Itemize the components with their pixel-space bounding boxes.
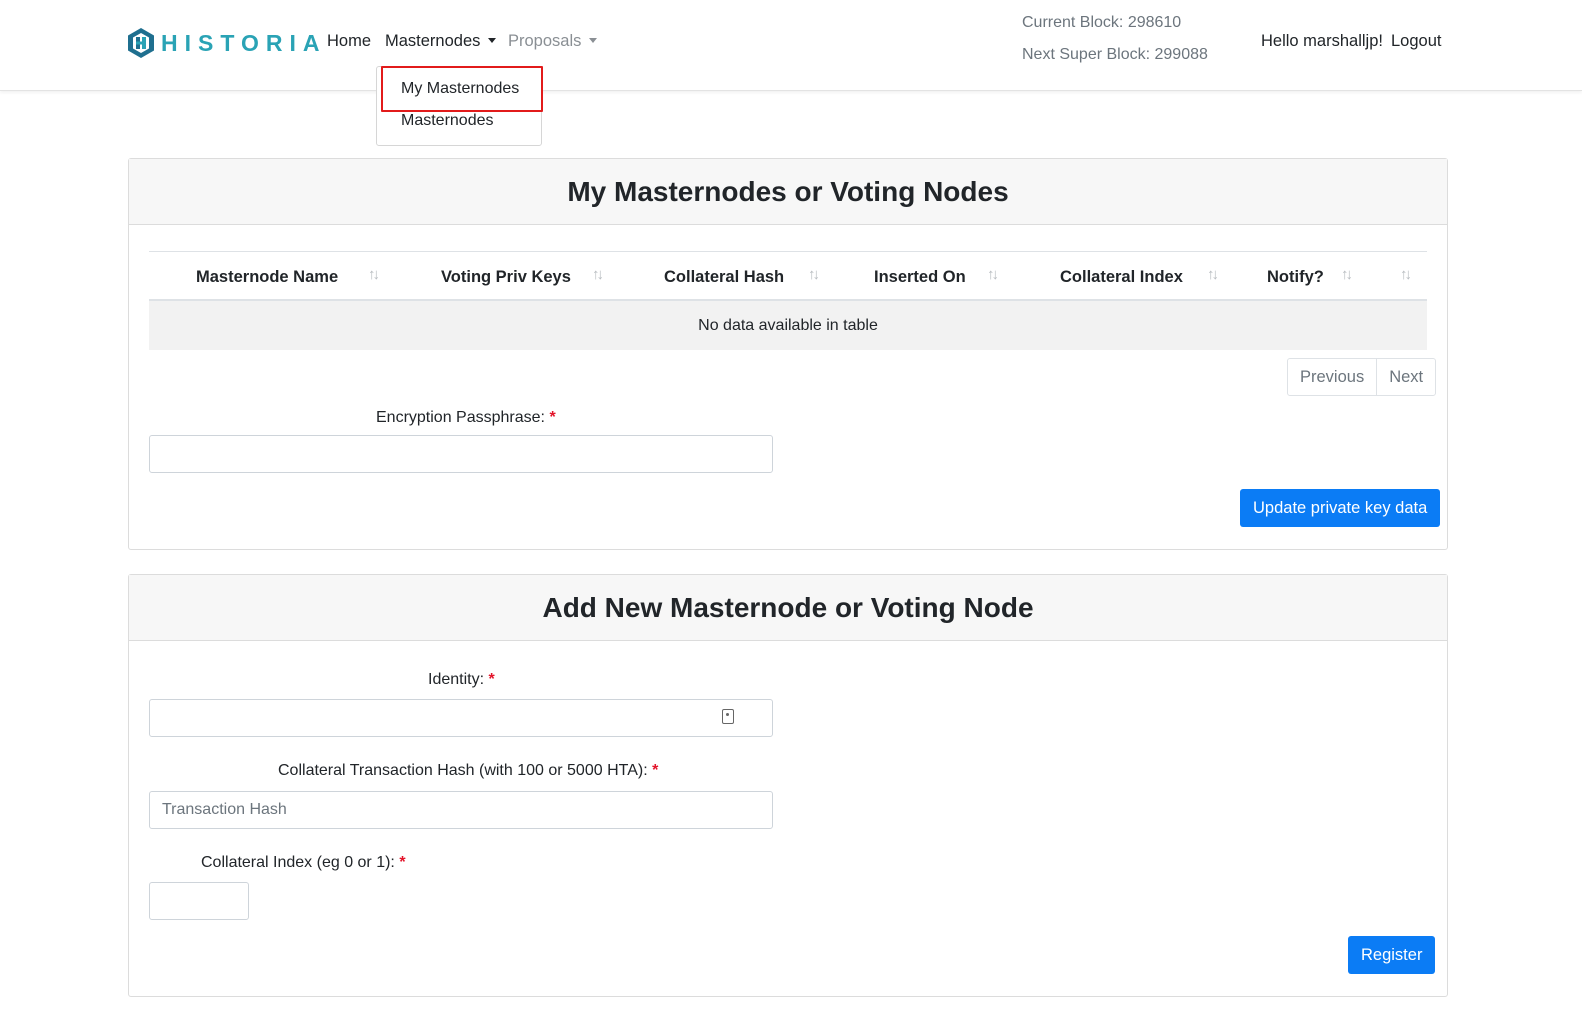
required-mark: * — [549, 409, 556, 426]
required-mark: * — [652, 762, 659, 779]
passphrase-label-text: Encryption Passphrase: — [376, 409, 545, 426]
collateral-hash-label-text: Collateral Transaction Hash (with 100 or… — [278, 762, 648, 779]
collateral-hash-label: Collateral Transaction Hash (with 100 or… — [278, 762, 658, 780]
identity-label-text: Identity: — [428, 671, 485, 688]
column-header-collateral-index[interactable]: Collateral Index — [1060, 268, 1183, 287]
nav-masternodes-dropdown[interactable]: Masternodes — [385, 32, 497, 51]
collateral-index-input[interactable] — [149, 882, 249, 920]
highlight-box — [381, 66, 543, 112]
collateral-hash-input[interactable] — [149, 791, 773, 829]
historia-logo-icon — [128, 28, 154, 58]
dropdown-item-masternodes[interactable]: Masternodes — [401, 112, 494, 130]
current-block: Current Block: 298610 — [1022, 14, 1182, 31]
add-node-title: Add New Masternode or Voting Node — [129, 575, 1447, 641]
update-private-key-button[interactable]: Update private key data — [1240, 489, 1441, 527]
nav-home-link[interactable]: Home — [327, 32, 371, 51]
my-nodes-title: My Masternodes or Voting Nodes — [129, 159, 1447, 225]
top-navbar: HISTORIA Home Masternodes Proposals Curr… — [0, 0, 1582, 91]
pagination: Previous Next — [1287, 358, 1437, 396]
logout-link[interactable]: Logout — [1391, 32, 1441, 51]
required-mark: * — [399, 854, 406, 871]
nav-masternodes-label: Masternodes — [385, 32, 481, 50]
empty-table-message: No data available in table — [149, 301, 1427, 350]
column-header-collateral-hash[interactable]: Collateral Hash — [664, 268, 784, 287]
brand[interactable]: HISTORIA — [127, 27, 326, 59]
sort-icon[interactable]: ↑↓ — [1400, 266, 1412, 283]
contact-card-icon[interactable] — [722, 709, 734, 724]
sort-icon[interactable]: ↑↓ — [1341, 266, 1353, 283]
identity-input[interactable] — [149, 699, 773, 737]
sort-icon[interactable]: ↑↓ — [1207, 266, 1219, 283]
sort-icon[interactable]: ↑↓ — [592, 266, 604, 283]
passphrase-input[interactable] — [149, 435, 773, 473]
sort-icon[interactable]: ↑↓ — [368, 266, 380, 283]
register-button[interactable]: Register — [1348, 936, 1436, 974]
my-nodes-card: My Masternodes or Voting Nodes Masternod… — [128, 158, 1448, 550]
brand-name: HISTORIA — [161, 29, 327, 56]
next-super-block: Next Super Block: 299088 — [1022, 46, 1208, 63]
required-mark: * — [488, 671, 495, 688]
identity-label: Identity: * — [428, 671, 495, 689]
column-header-voting-priv-keys[interactable]: Voting Priv Keys — [441, 268, 571, 287]
collateral-index-label-text: Collateral Index (eg 0 or 1): — [201, 854, 395, 871]
add-node-card: Add New Masternode or Voting Node Identi… — [128, 574, 1448, 997]
sort-icon[interactable]: ↑↓ — [987, 266, 999, 283]
previous-page-button[interactable]: Previous — [1288, 359, 1376, 395]
next-page-button[interactable]: Next — [1376, 359, 1435, 395]
caret-down-icon — [488, 38, 497, 43]
user-greeting-link[interactable]: Hello marshalljp! — [1261, 32, 1383, 51]
column-header-inserted-on[interactable]: Inserted On — [874, 268, 966, 287]
sort-icon[interactable]: ↑↓ — [808, 266, 820, 283]
column-header-notify[interactable]: Notify? — [1267, 268, 1324, 287]
column-header-masternode-name[interactable]: Masternode Name — [196, 268, 338, 287]
table-header: Masternode Name ↑↓ Voting Priv Keys ↑↓ C… — [149, 251, 1427, 301]
nav-proposals-label: Proposals — [508, 32, 582, 50]
passphrase-label: Encryption Passphrase: * — [376, 409, 556, 427]
nav-proposals-dropdown[interactable]: Proposals — [508, 32, 598, 51]
caret-down-icon — [589, 38, 598, 43]
collateral-index-label: Collateral Index (eg 0 or 1): * — [201, 854, 406, 872]
